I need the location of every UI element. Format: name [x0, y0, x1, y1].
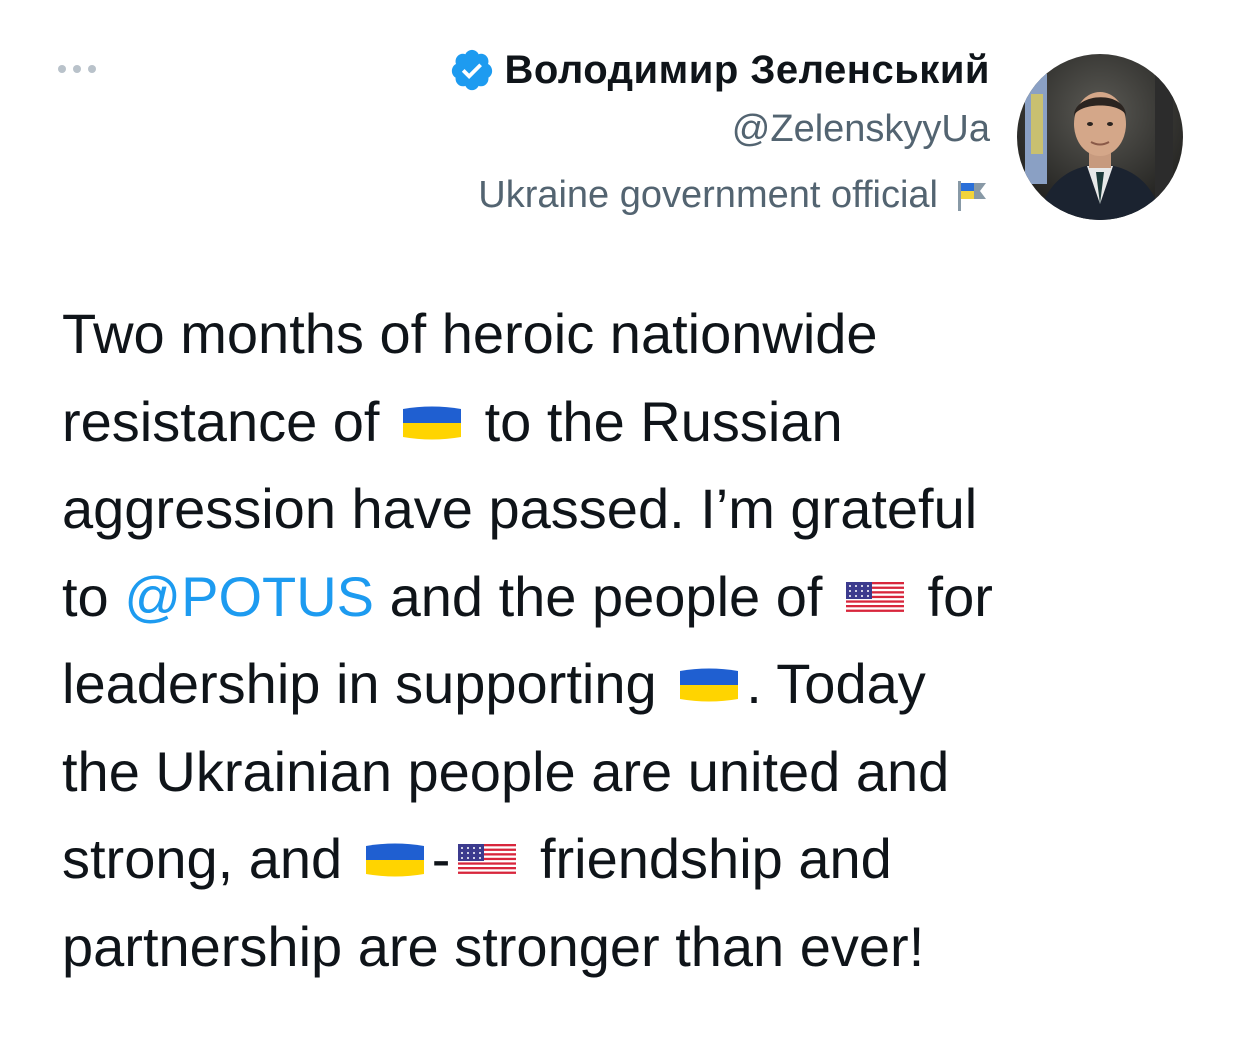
- tweet-text-segment: strong, and: [62, 827, 358, 890]
- tweet-text-segment: the Ukrainian people are united and: [62, 739, 950, 803]
- author-name-row: Володимир Зеленський: [449, 42, 990, 98]
- tweet-line: to @POTUS and the people of for: [62, 553, 1192, 641]
- tweet-text-segment: Two months of heroic nationwide: [62, 302, 878, 365]
- tweet-text-segment: . Today: [746, 652, 926, 715]
- tweet-text-segment: aggression have passed. I’m grateful: [62, 477, 978, 540]
- tweet-line: strong, and - friendship and: [62, 815, 1192, 903]
- author-avatar[interactable]: [1017, 54, 1183, 220]
- tweet-line: resistance of to the Russian: [62, 378, 1192, 466]
- tweet-text-segment: and the people of: [374, 564, 838, 628]
- more-options-button[interactable]: [58, 52, 118, 86]
- tweet-line: the Ukrainian people are united and: [62, 728, 1192, 816]
- tweet-author-header: Володимир Зеленський @ZelenskyyUa Ukrain…: [449, 42, 990, 226]
- account-label-row[interactable]: Ukraine government official: [449, 164, 990, 226]
- tweet-line: leadership in supporting . Today: [62, 640, 1192, 728]
- tweet-line: Two months of heroic nationwide: [62, 290, 1192, 378]
- tweet-text-segment: -: [431, 827, 451, 890]
- ukraine-flag-emoji-icon: [401, 403, 463, 443]
- tweet-text-segment: for: [911, 564, 993, 628]
- verified-badge-icon: [449, 47, 495, 93]
- more-dots-icon: [73, 65, 81, 73]
- tweet-text: Two months of heroic nationwide resistanc…: [62, 290, 1192, 990]
- flag-icon: [956, 175, 990, 215]
- usa-flag-emoji-icon: [456, 840, 518, 880]
- more-dots-icon: [58, 65, 66, 73]
- mention-link[interactable]: @POTUS: [124, 565, 374, 628]
- tweet-text-segment: friendship and: [524, 827, 892, 890]
- tweet-line: aggression have passed. I’m grateful: [62, 465, 1192, 553]
- more-dots-icon: [88, 65, 96, 73]
- tweet-text-segment: to the Russian: [469, 389, 843, 453]
- usa-flag-emoji-icon: [844, 578, 906, 618]
- author-handle[interactable]: @ZelenskyyUa: [449, 98, 990, 160]
- ukraine-flag-emoji-icon: [678, 665, 740, 705]
- tweet-line: partnership are stronger than ever!: [62, 903, 1192, 991]
- tweet-text-segment: to: [62, 564, 125, 628]
- tweet-text-segment: leadership in supporting: [62, 652, 673, 715]
- government-label[interactable]: Ukraine government official: [478, 174, 938, 217]
- tweet-text-segment: partnership are stronger than ever!: [62, 914, 925, 978]
- ukraine-flag-emoji-icon: [364, 840, 426, 880]
- tweet-text-segment: resistance of: [62, 389, 396, 453]
- author-display-name[interactable]: Володимир Зеленський: [505, 48, 990, 93]
